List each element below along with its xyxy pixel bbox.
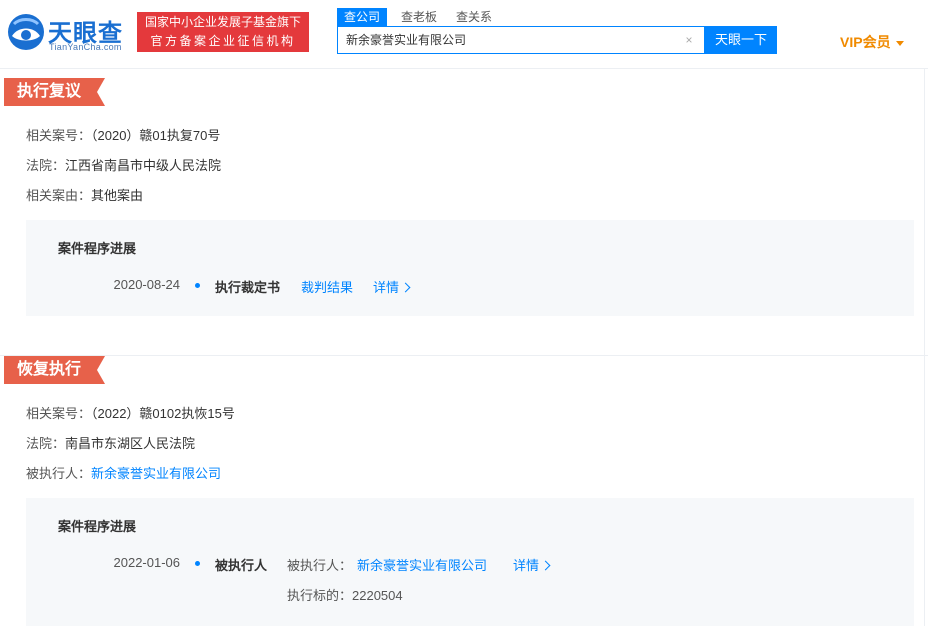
field-value: 江西省南昌市中级人民法院 bbox=[65, 158, 222, 173]
progress-date: 2020-08-24 bbox=[113, 277, 181, 292]
progress-event: 执行裁定书 bbox=[215, 280, 281, 295]
progress-date: 2022-01-06 bbox=[113, 555, 181, 570]
field-label: 法院： bbox=[26, 436, 66, 451]
field-value: （2022）赣0102执恢15号 bbox=[91, 406, 235, 421]
official-badge: 国家中小企业发展子基金旗下 官方备案企业征信机构 bbox=[137, 12, 309, 52]
party-label: 被执行人： bbox=[287, 558, 353, 573]
search-input[interactable] bbox=[346, 27, 666, 53]
field-value: （2020）赣01执复70号 bbox=[91, 128, 221, 143]
target-value: 2220504 bbox=[352, 588, 403, 603]
execution-target: 执行标的：2220504 bbox=[287, 585, 403, 604]
field-value: 南昌市东湖区人民法院 bbox=[65, 436, 196, 451]
court-field: 法院：江西省南昌市中级人民法院 bbox=[26, 155, 221, 174]
progress-title: 案件程序进展 bbox=[58, 241, 137, 256]
logo-subtext: TianYanCha.com bbox=[49, 42, 122, 52]
caret-down-icon bbox=[895, 40, 904, 46]
field-label: 相关案号： bbox=[26, 128, 92, 143]
field-label: 相关案号： bbox=[26, 406, 92, 421]
progress-title: 案件程序进展 bbox=[58, 519, 137, 534]
section-resume-execution: 恢复执行 相关案号：（2022）赣0102执恢15号 法院：南昌市东湖区人民法院… bbox=[0, 356, 928, 626]
logo-eye-icon bbox=[8, 14, 44, 50]
section-tag: 执行复议 bbox=[4, 78, 106, 106]
vip-label: VIP会员 bbox=[840, 34, 891, 50]
vip-menu[interactable]: VIP会员 bbox=[840, 32, 904, 52]
tab-search-relation[interactable]: 查关系 bbox=[456, 8, 492, 26]
case-progress-panel: 案件程序进展 2022-01-06 被执行人 被执行人： 新余豪誉实业有限公司 … bbox=[26, 498, 914, 626]
field-label: 相关案由： bbox=[26, 188, 92, 203]
details-link[interactable]: 详情 bbox=[373, 277, 411, 296]
case-number-field: 相关案号：（2020）赣01执复70号 bbox=[26, 125, 220, 144]
details-label: 详情 bbox=[373, 280, 400, 295]
case-progress-panel: 案件程序进展 2020-08-24 执行裁定书 裁判结果 详情 bbox=[26, 220, 914, 316]
tab-search-boss[interactable]: 查老板 bbox=[401, 8, 437, 26]
target-label: 执行标的： bbox=[287, 588, 353, 603]
field-label: 被执行人： bbox=[26, 466, 92, 481]
top-header: 天眼查 TianYanCha.com 国家中小企业发展子基金旗下 官方备案企业征… bbox=[0, 0, 928, 69]
tab-search-company[interactable]: 查公司 bbox=[337, 8, 388, 26]
executed-party-field: 被执行人：新余豪誉实业有限公司 bbox=[26, 463, 221, 482]
details-link[interactable]: 详情 bbox=[513, 555, 551, 574]
section-tag: 恢复执行 bbox=[4, 356, 106, 384]
judgment-result-link[interactable]: 裁判结果 bbox=[301, 277, 353, 296]
section-execution-review: 执行复议 相关案号：（2020）赣01执复70号 法院：江西省南昌市中级人民法院… bbox=[0, 68, 928, 355]
executed-party-link[interactable]: 新余豪誉实业有限公司 bbox=[91, 466, 221, 481]
progress-event: 被执行人 bbox=[215, 558, 268, 573]
chevron-right-icon bbox=[540, 560, 551, 571]
chevron-right-icon bbox=[400, 282, 411, 293]
search-button[interactable]: 天眼一下 bbox=[705, 26, 777, 54]
field-value: 其他案由 bbox=[91, 188, 144, 203]
field-label: 法院： bbox=[26, 158, 66, 173]
search-box: × bbox=[337, 26, 705, 54]
clear-icon[interactable]: × bbox=[682, 33, 696, 47]
case-cause-field: 相关案由：其他案由 bbox=[26, 185, 143, 204]
party-company-link[interactable]: 新余豪誉实业有限公司 bbox=[357, 555, 487, 574]
tianyancha-logo[interactable]: 天眼查 TianYanCha.com bbox=[6, 10, 130, 54]
case-number-field: 相关案号：（2022）赣0102执恢15号 bbox=[26, 403, 235, 422]
timeline-dot-icon bbox=[195, 561, 200, 566]
details-label: 详情 bbox=[513, 558, 540, 573]
badge-line-2: 官方备案企业征信机构 bbox=[150, 34, 296, 48]
badge-line-1: 国家中小企业发展子基金旗下 bbox=[144, 15, 301, 29]
court-field: 法院：南昌市东湖区人民法院 bbox=[26, 433, 195, 452]
timeline-dot-icon bbox=[195, 283, 200, 288]
